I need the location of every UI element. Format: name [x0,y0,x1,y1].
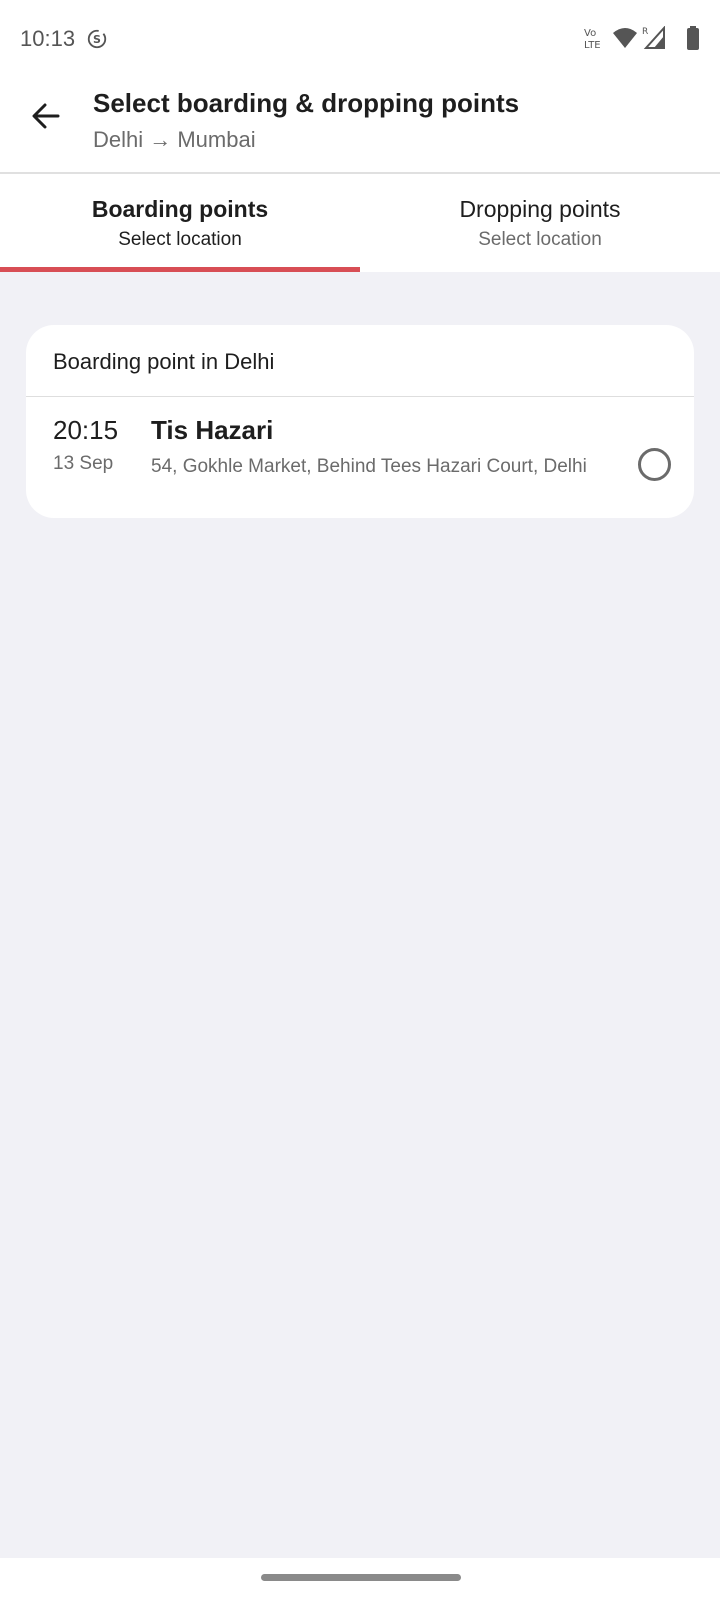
arrow-left-icon [32,103,60,129]
point-radio-button[interactable] [638,448,671,481]
signal-icon: R [642,26,665,49]
tab-sublabel: Select location [118,229,242,250]
system-nav-bar [0,1558,720,1600]
wifi-icon [613,28,637,48]
tab-bar: Boarding points Select location Dropping… [0,174,720,272]
status-time: 10:13 [20,26,76,51]
boarding-points-card: Boarding point in Delhi 20:15 13 Sep Tis… [26,325,694,518]
home-gesture-handle[interactable] [261,1574,461,1581]
boarding-point-row[interactable]: 20:15 13 Sep Tis Hazari 54, Gokhle Marke… [26,397,694,517]
battery-icon [687,26,699,50]
tab-label: Boarding points [91,196,269,222]
point-time: 20:15 [53,415,119,445]
tab-dropping-points[interactable]: Dropping points Select location [360,174,720,272]
tab-label: Dropping points [459,196,621,222]
svg-text:LTE: LTE [584,40,601,50]
tab-selected-indicator [0,267,360,272]
svg-text:Vo: Vo [584,28,596,39]
point-date: 13 Sep [53,453,114,474]
point-address: 54, Gokhle Market, Behind Tees Hazari Co… [151,456,587,477]
page-title: Select boarding & dropping points [93,88,520,118]
tab-boarding-points[interactable]: Boarding points Select location [0,174,360,272]
back-button[interactable] [26,96,66,136]
card-heading: Boarding point in Delhi [26,325,694,397]
volte-icon: Vo LTE [584,28,601,50]
sync-icon: S [87,29,107,49]
point-name: Tis Hazari [151,415,274,445]
app-header: Select boarding & dropping points Delhi … [0,72,720,174]
svg-text:R: R [642,27,648,37]
route-subtitle: Delhi → Mumbai [93,127,256,152]
status-bar: 10:13 S Vo LTE R [0,0,720,72]
svg-text:S: S [93,33,101,46]
tab-sublabel: Select location [478,229,602,250]
